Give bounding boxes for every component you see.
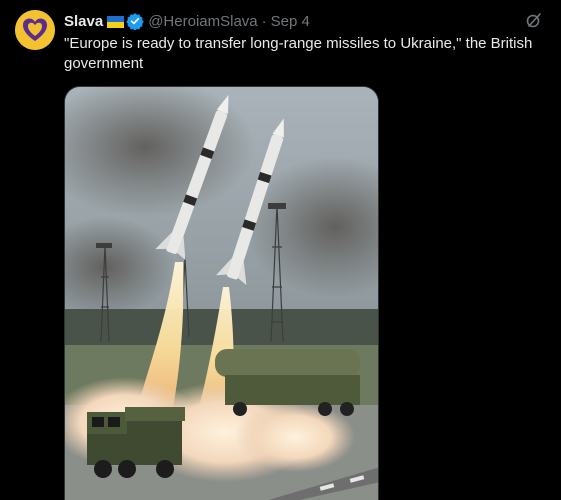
tweet-date[interactable]: Sep 4 <box>271 13 310 30</box>
verified-badge-icon[interactable] <box>126 12 144 31</box>
grok-icon[interactable] <box>525 11 543 29</box>
tweet-media-image[interactable] <box>64 86 379 500</box>
author-handle[interactable]: @HeroiamSlava <box>148 13 257 30</box>
tweet-text: "Europe is ready to transfer long-range … <box>64 35 533 72</box>
missile-launch-photo <box>65 87 378 500</box>
author-avatar[interactable] <box>15 10 55 50</box>
author-name[interactable]: Slava <box>64 13 103 30</box>
tweet-header: Slava @HeroiamSlava · Sep 4 <box>64 11 549 31</box>
ukraine-flag-icon <box>107 15 125 28</box>
heart-logo-icon <box>15 10 55 50</box>
separator-dot: · <box>261 12 267 30</box>
